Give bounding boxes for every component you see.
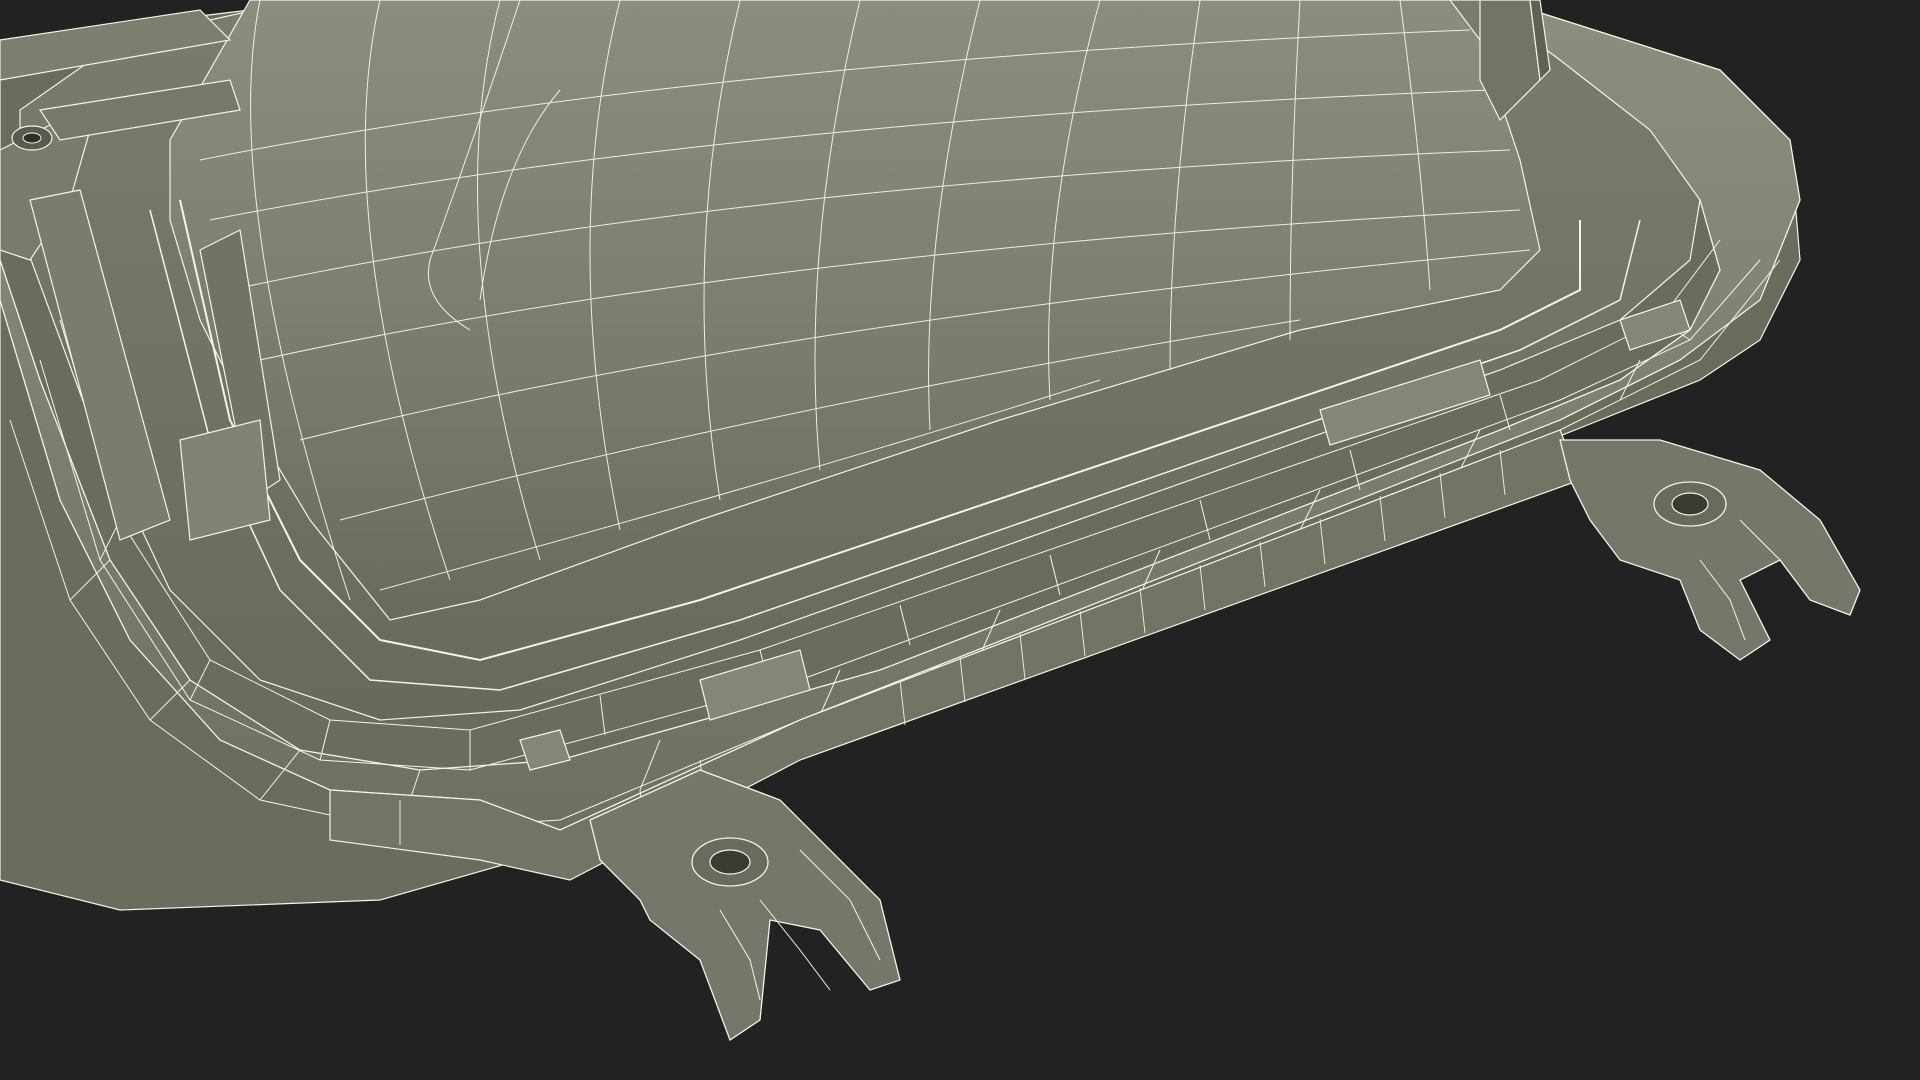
right-mounting-bracket	[1559, 439, 1861, 661]
left-mounting-bracket	[589, 769, 901, 1041]
render-viewport	[0, 0, 1920, 1080]
wireframe-render	[0, 0, 1861, 1041]
